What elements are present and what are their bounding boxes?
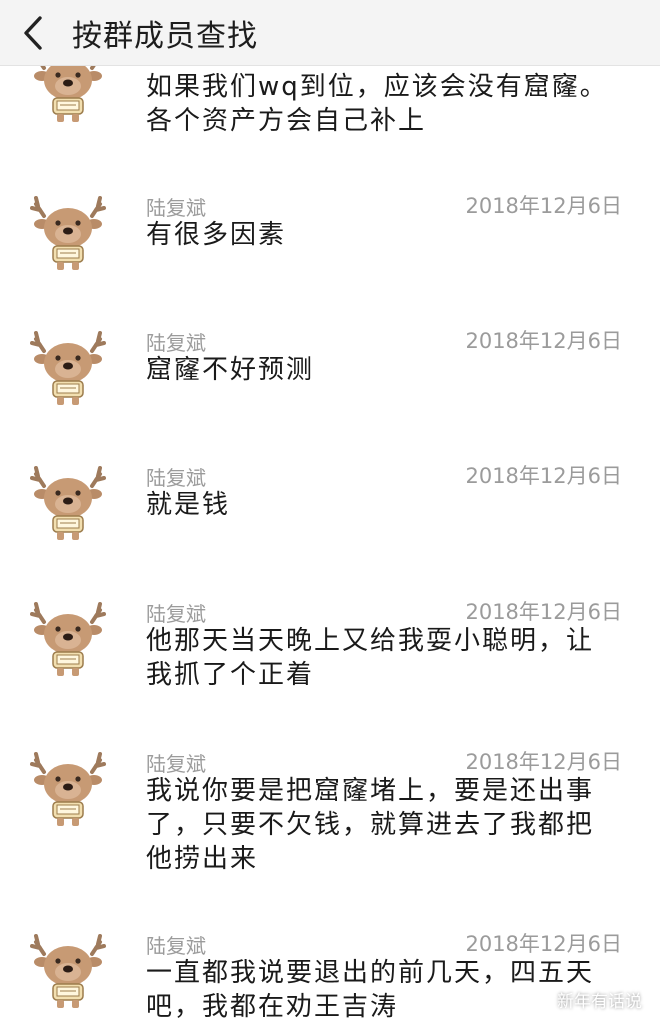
deer-avatar-icon bbox=[30, 331, 106, 407]
wechat-icon bbox=[529, 990, 551, 1008]
sender-name: 陆复斌 bbox=[146, 331, 206, 355]
sender-name: 陆复斌 bbox=[146, 934, 206, 958]
watermark: 新年有话说 bbox=[529, 987, 642, 1012]
deer-avatar-icon bbox=[30, 466, 106, 542]
chevron-left-icon bbox=[24, 15, 42, 50]
message-text: 如果我们wq到位，应该会没有窟窿。各个资产方会自己补上 bbox=[146, 72, 608, 136]
deer-avatar-icon bbox=[30, 752, 106, 828]
sender-name: 陆复斌 bbox=[146, 752, 206, 776]
message-text: 有很多因素 bbox=[146, 220, 287, 250]
sender-name: 陆复斌 bbox=[146, 196, 206, 220]
deer-avatar-icon bbox=[30, 196, 106, 272]
page: 按群成员查找 如果我们wq到位，应该会没有窟窿。各个资产方会自己补上 陆复斌 2… bbox=[0, 0, 660, 1024]
message-date: 2018年12月6日 bbox=[465, 932, 622, 956]
message-text: 窟窿不好预测 bbox=[146, 355, 315, 385]
deer-avatar-icon bbox=[30, 602, 106, 678]
avatar[interactable] bbox=[26, 190, 110, 274]
message-date: 2018年12月6日 bbox=[465, 600, 622, 624]
message-date: 2018年12月6日 bbox=[465, 194, 622, 218]
message-date: 2018年12月6日 bbox=[465, 750, 622, 774]
avatar[interactable] bbox=[26, 596, 110, 680]
deer-avatar-icon bbox=[30, 934, 106, 1010]
message-date: 2018年12月6日 bbox=[465, 464, 622, 488]
message-date: 2018年12月6日 bbox=[465, 329, 622, 353]
back-button[interactable] bbox=[0, 0, 66, 66]
page-title: 按群成员查找 bbox=[72, 18, 258, 54]
sender-name: 陆复斌 bbox=[146, 602, 206, 626]
avatar[interactable] bbox=[26, 746, 110, 830]
sender-name: 陆复斌 bbox=[146, 466, 206, 490]
top-bar: 按群成员查找 bbox=[0, 0, 660, 66]
message-text: 他那天当天晚上又给我耍小聪明，让我抓了个正着 bbox=[146, 626, 595, 690]
avatar[interactable] bbox=[26, 325, 110, 409]
message-text: 就是钱 bbox=[146, 490, 231, 520]
message-text: 我说你要是把窟窿堵上，要是还出事了，只要不欠钱，就算进去了我都把他捞出来 bbox=[146, 776, 595, 874]
avatar[interactable] bbox=[26, 460, 110, 544]
watermark-text: 新年有话说 bbox=[557, 992, 642, 1012]
avatar[interactable] bbox=[26, 928, 110, 1012]
